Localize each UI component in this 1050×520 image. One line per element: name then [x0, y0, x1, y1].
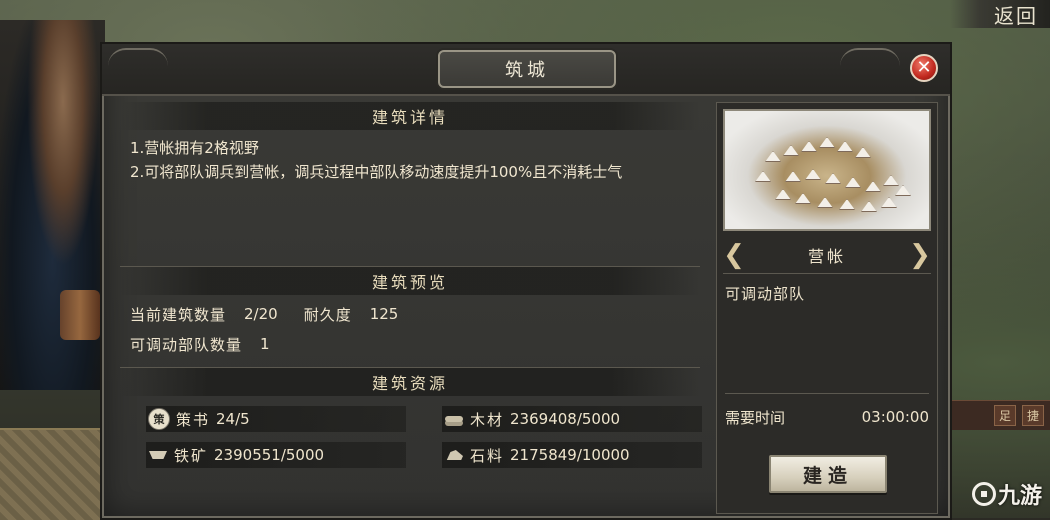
tent-graphic [801, 141, 817, 152]
dialog-title: 筑城 [438, 50, 616, 88]
tent-graphic [895, 185, 911, 196]
tent-graphic [817, 197, 833, 208]
chevron-left-icon[interactable]: ❮ [723, 240, 745, 270]
preview-block: 当前建筑数量 2/20 耐久度 125 可调动部队数量 1 [120, 295, 700, 367]
building-name: 营帐 [807, 247, 846, 266]
build-button[interactable]: 建造 [769, 455, 887, 493]
right-side-strip: 足 捷 [950, 400, 1050, 430]
description-line: 1.营帐拥有2格视野 [130, 139, 259, 157]
time-value: 03:00:00 [861, 408, 929, 426]
troops-value: 1 [260, 335, 270, 353]
section-header-details: 建筑详情 [120, 102, 700, 130]
tent-graphic [795, 193, 811, 204]
tent-graphic [881, 197, 897, 208]
build-dialog: 筑城 ✕ 建筑详情 1.营帐拥有2格视野 2.可将部队调兵到营帐，调兵过程中部队… [102, 44, 950, 518]
tent-graphic [765, 151, 781, 162]
section-header-preview: 建筑预览 [120, 267, 700, 295]
building-effect: 可调动部队 [725, 285, 806, 303]
building-selector: ❮ 营帐 ❯ [723, 237, 931, 274]
tent-graphic [785, 171, 801, 182]
durability-value: 125 [369, 305, 399, 323]
tent-graphic [861, 201, 877, 212]
logo-icon [971, 482, 996, 506]
tent-graphic [865, 181, 881, 192]
preview-row: 可调动部队数量 1 [130, 329, 690, 359]
description-line: 2.可将部队调兵到营帐，调兵过程中部队移动速度提升100%且不消耗士气 [130, 163, 623, 181]
resource-value: 2369408/5000 [510, 410, 621, 428]
preview-row: 当前建筑数量 2/20 耐久度 125 [130, 299, 690, 329]
tent-graphic [805, 169, 821, 180]
wood-icon [444, 409, 464, 429]
build-time-row: 需要时间 03:00:00 [725, 393, 929, 430]
tent-graphic [845, 177, 861, 188]
scroll-decoration [60, 290, 100, 340]
building-count-value: 2/20 [244, 305, 278, 323]
resource-value: 24/5 [216, 410, 250, 428]
iron-icon [148, 445, 168, 465]
resource-item: 策 策书 24/5 [146, 406, 406, 432]
tent-graphic [819, 137, 835, 148]
ornament [840, 48, 900, 66]
dialog-titlebar: 筑城 ✕ [102, 44, 950, 96]
building-panel: ❮ 营帐 ❯ 可调动部队 需要时间 03:00:00 建造 [716, 102, 938, 514]
back-button[interactable]: 返回 [950, 0, 1050, 28]
resource-value: 2390551/5000 [214, 446, 325, 464]
tent-graphic [837, 141, 853, 152]
building-count-label: 当前建筑数量 [130, 305, 227, 324]
strip-tag[interactable]: 捷 [1021, 405, 1044, 426]
building-description: 1.营帐拥有2格视野 2.可将部队调兵到营帐，调兵过程中部队移动速度提升100%… [120, 130, 700, 266]
watermark-logo: 九游 [971, 478, 1042, 510]
tent-graphic [839, 199, 855, 210]
tent-graphic [755, 171, 771, 182]
resource-item: 铁矿 2390551/5000 [146, 442, 406, 468]
resource-grid: 策 策书 24/5 木材 2369408/5000 铁矿 2390551/500… [120, 396, 702, 468]
city-thumbnail[interactable] [0, 428, 100, 520]
close-icon[interactable]: ✕ [910, 54, 938, 82]
resource-name: 木材 [470, 410, 505, 429]
troops-label: 可调动部队数量 [130, 335, 243, 354]
tent-graphic [825, 173, 841, 184]
building-image [723, 109, 931, 231]
tent-graphic [775, 189, 791, 200]
stone-icon [444, 445, 464, 465]
resource-name: 铁矿 [174, 446, 209, 465]
strip-tag[interactable]: 足 [993, 405, 1016, 426]
chevron-right-icon[interactable]: ❯ [909, 240, 931, 270]
tent-graphic [883, 175, 899, 186]
resource-name: 石料 [470, 446, 505, 465]
tent-graphic [855, 147, 871, 158]
details-column: 建筑详情 1.营帐拥有2格视野 2.可将部队调兵到营帐，调兵过程中部队移动速度提… [120, 102, 702, 468]
strategy-book-icon: 策 [148, 408, 170, 430]
tent-graphic [783, 145, 799, 156]
resource-item: 石料 2175849/10000 [442, 442, 702, 468]
resource-value: 2175849/10000 [510, 446, 630, 464]
ornament [108, 48, 168, 66]
durability-label: 耐久度 [303, 305, 352, 324]
resource-name: 策书 [176, 410, 211, 429]
section-header-resources: 建筑资源 [120, 368, 700, 396]
time-label: 需要时间 [725, 408, 786, 427]
resource-item: 木材 2369408/5000 [442, 406, 702, 432]
watermark-text: 九游 [997, 484, 1042, 509]
